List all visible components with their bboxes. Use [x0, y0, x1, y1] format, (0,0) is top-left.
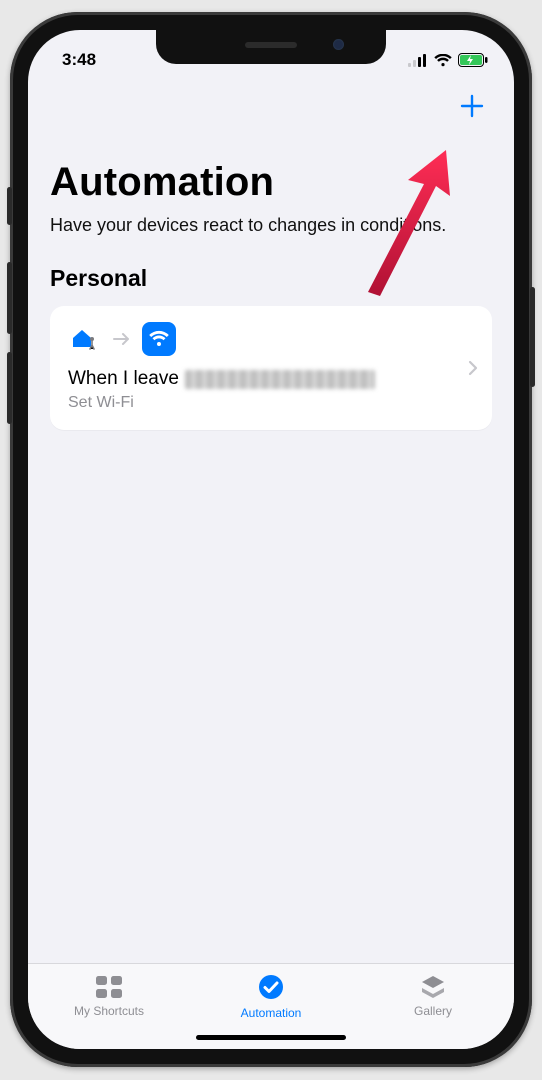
- battery-icon: [458, 53, 488, 67]
- home-leave-icon: [68, 322, 102, 356]
- automation-title: When I leave: [68, 368, 476, 390]
- volume-down-button: [7, 352, 12, 424]
- tab-label: Automation: [241, 1006, 302, 1020]
- nav-bar: [28, 78, 514, 134]
- section-personal: Personal: [50, 265, 492, 292]
- automation-subtitle: Set Wi-Fi: [68, 394, 476, 412]
- cellular-icon: [408, 54, 428, 67]
- arrow-right-icon: [112, 332, 132, 346]
- mute-switch: [7, 187, 12, 225]
- automation-title-prefix: When I leave: [68, 368, 179, 390]
- page-title: Automation: [50, 160, 492, 205]
- screen: 3:48: [28, 30, 514, 1049]
- tab-label: Gallery: [414, 1004, 452, 1018]
- plus-icon: [459, 93, 485, 119]
- volume-up-button: [7, 262, 12, 334]
- redacted-location: [185, 370, 375, 389]
- wifi-icon: [434, 54, 452, 67]
- chevron-right-icon: [468, 360, 478, 376]
- automation-tab-icon: [256, 974, 286, 1002]
- home-indicator[interactable]: [196, 1035, 346, 1040]
- gallery-icon: [418, 974, 448, 1000]
- automation-icons: [68, 322, 476, 356]
- add-button[interactable]: [452, 86, 492, 126]
- tab-automation[interactable]: Automation: [191, 974, 351, 1020]
- notch: [156, 30, 386, 64]
- tab-gallery[interactable]: Gallery: [353, 974, 513, 1018]
- automation-card[interactable]: When I leave Set Wi-Fi: [50, 306, 492, 430]
- page-subtitle: Have your devices react to changes in co…: [50, 213, 470, 237]
- content-area: Automation Have your devices react to ch…: [28, 134, 514, 963]
- wifi-action-icon: [142, 322, 176, 356]
- grid-icon: [94, 974, 124, 1000]
- power-button: [530, 287, 535, 387]
- status-time: 3:48: [62, 50, 96, 70]
- phone-frame: 3:48: [10, 12, 532, 1067]
- tab-my-shortcuts[interactable]: My Shortcuts: [29, 974, 189, 1018]
- tab-label: My Shortcuts: [74, 1004, 144, 1018]
